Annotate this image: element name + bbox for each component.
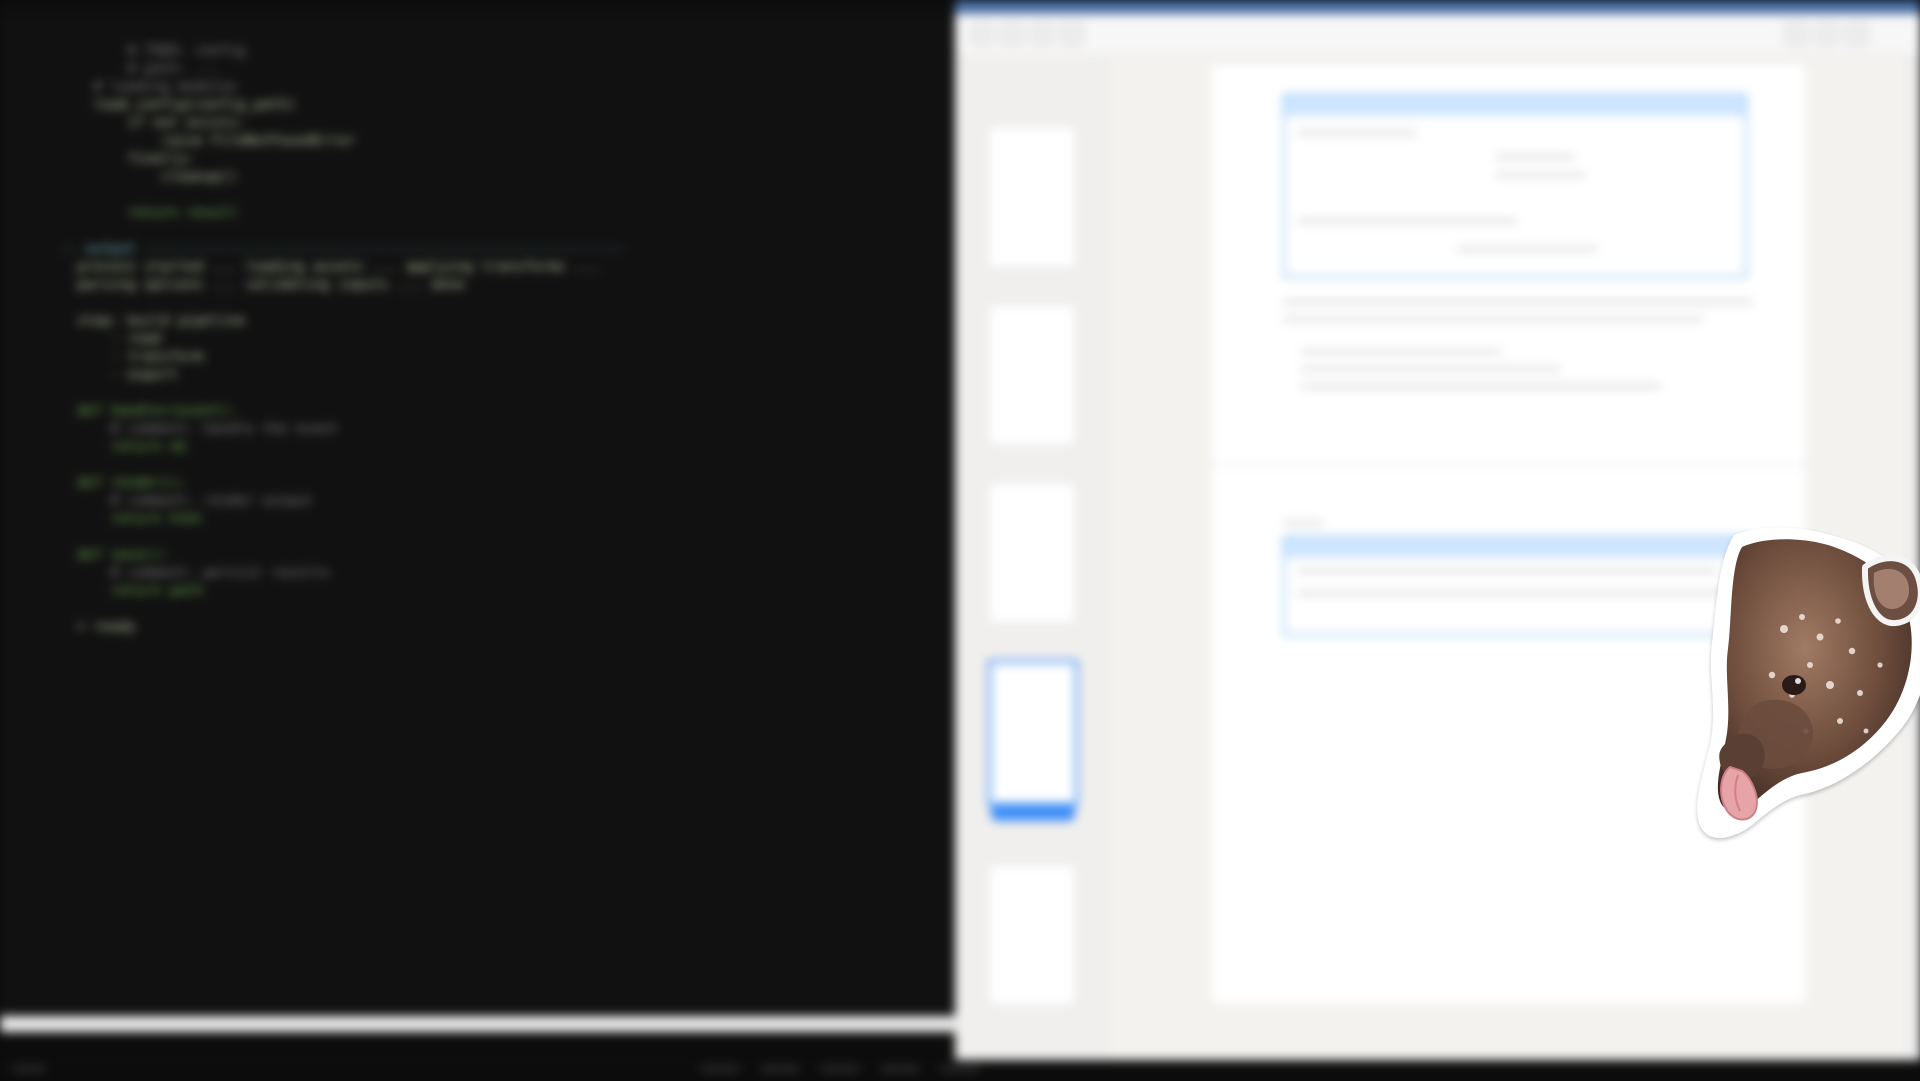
page-thumbnail-1[interactable] [988, 126, 1076, 268]
terminal-line: step: build pipeline [60, 312, 940, 330]
terminal-line: process started ... loading assets ... a… [60, 258, 940, 276]
terminal-line: raise FileNotFoundError [60, 132, 940, 150]
tapir-image [1690, 525, 1920, 850]
content-box-1 [1283, 94, 1747, 278]
terminal-window[interactable]: # TODO: config # path: ... # loading mod… [0, 18, 957, 1028]
terminal-line: # path: ... [60, 60, 940, 78]
terminal-line: load_config(config_path) [60, 96, 940, 114]
terminal-output: # TODO: config # path: ... # loading mod… [60, 42, 940, 982]
terminal-line: if not exists: [60, 114, 940, 132]
viewer-titlebar[interactable] [955, 0, 1920, 14]
terminal-line: def save(): [60, 546, 940, 564]
forward-button[interactable] [1000, 22, 1024, 46]
paragraph-line [1283, 299, 1753, 305]
terminal-line: # loading modules [60, 78, 940, 96]
content-box-1-header [1285, 96, 1745, 115]
terminal-line [60, 222, 940, 240]
text-line [1495, 172, 1585, 178]
section-label [1283, 520, 1323, 526]
terminal-line: - read [60, 330, 940, 348]
terminal-line [60, 528, 940, 546]
terminal-line: # comment: handle the event [60, 420, 940, 438]
text-line [1495, 154, 1575, 160]
terminal-line: > ready [60, 618, 940, 636]
share-button[interactable] [1785, 22, 1809, 46]
taskbar-app-4[interactable] [880, 1065, 920, 1073]
taskbar [0, 1060, 1920, 1081]
terminal-line [60, 294, 940, 312]
terminal-titlebar[interactable] [0, 0, 955, 18]
taskbar-app-1[interactable] [700, 1065, 740, 1073]
text-line [1457, 246, 1597, 252]
bullet-line [1301, 366, 1561, 372]
text-line [1297, 218, 1517, 224]
terminal-line: cleanup() [60, 168, 940, 186]
terminal-line: return path [60, 582, 940, 600]
tapir-sticker [1690, 525, 1920, 850]
terminal-line: parsing options ... validating inputs ..… [60, 276, 940, 294]
active-page-indicator [991, 803, 1075, 821]
sidebar-toggle-button[interactable] [1815, 22, 1839, 46]
terminal-line: finally: [60, 150, 940, 168]
thumbnail-sidebar[interactable] [956, 54, 1107, 1060]
terminal-line: # comment: render output [60, 492, 940, 510]
page-divider [1211, 464, 1806, 466]
terminal-line: - export [60, 366, 940, 384]
content-box-2 [1283, 536, 1747, 636]
text-line [1297, 590, 1727, 596]
page-thumbnail-3[interactable] [988, 482, 1076, 624]
page-thumbnail-4[interactable] [988, 660, 1078, 806]
taskbar-app-2[interactable] [760, 1065, 800, 1073]
terminal-line: return ok [60, 438, 940, 456]
paragraph-line [1283, 316, 1703, 322]
start-button[interactable] [12, 1065, 46, 1073]
page-thumbnail-2[interactable] [988, 304, 1076, 446]
terminal-status-bar [0, 1016, 955, 1032]
screen: # TODO: config # path: ... # loading mod… [0, 0, 1920, 1080]
terminal-line [60, 600, 940, 618]
taskbar-app-5[interactable] [940, 1065, 980, 1073]
terminal-line: - transform [60, 348, 940, 366]
terminal-line [60, 186, 940, 204]
text-line [1297, 130, 1417, 136]
taskbar-app-3[interactable] [820, 1065, 860, 1073]
terminal-line [60, 384, 940, 402]
zoom-out-button[interactable] [1030, 22, 1054, 46]
viewer-toolbar [956, 14, 1920, 55]
close-button[interactable] [1845, 22, 1869, 46]
terminal-footer [0, 1032, 955, 1046]
zoom-in-button[interactable] [1060, 22, 1084, 46]
terminal-line: # comment: persist results [60, 564, 940, 582]
terminal-line: return result [60, 204, 940, 222]
content-box-2-header [1285, 538, 1745, 557]
terminal-line: -- output ------------------------------… [60, 240, 940, 258]
terminal-line: # TODO: config [60, 42, 940, 60]
terminal-line [60, 456, 940, 474]
terminal-line: return html [60, 510, 940, 528]
terminal-line: def render(): [60, 474, 940, 492]
bullet-line [1301, 349, 1501, 355]
back-button[interactable] [970, 22, 994, 46]
page-thumbnail-5[interactable] [988, 864, 1076, 1006]
bullet-line [1301, 383, 1661, 389]
terminal-line: def handler(event): [60, 402, 940, 420]
text-line [1297, 568, 1717, 574]
